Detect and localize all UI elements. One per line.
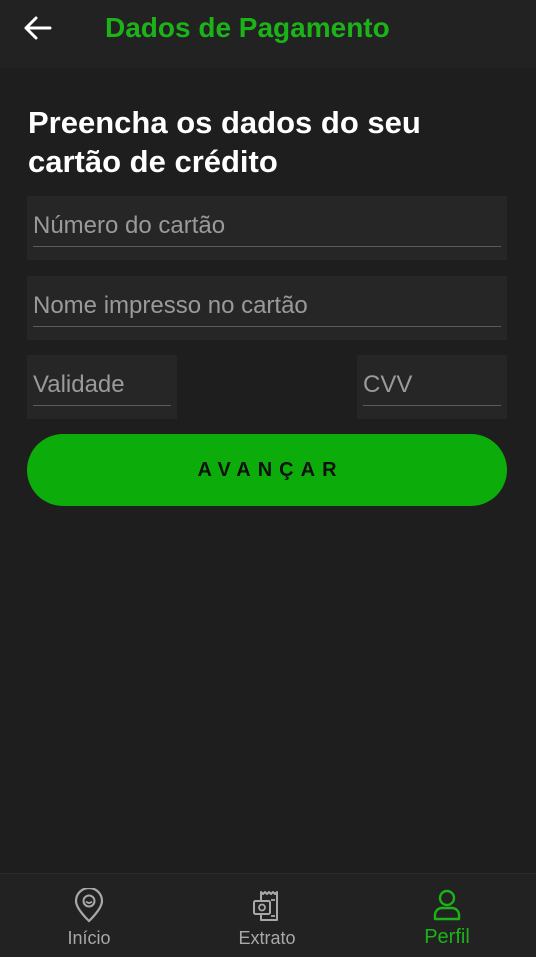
- page-title: Dados de Pagamento: [105, 12, 390, 43]
- form-headline: Preencha os dados do seu cartão de crédi…: [28, 105, 421, 179]
- card-name-field-container: [27, 276, 507, 340]
- advance-button-label: AVANÇAR: [197, 458, 344, 481]
- card-number-field-container: [27, 196, 507, 260]
- nav-label-inicio: Início: [67, 928, 111, 948]
- nav-item-extrato[interactable]: Extrato: [178, 874, 356, 957]
- card-name-input[interactable]: [33, 286, 501, 327]
- arrow-left-icon[interactable]: [22, 14, 54, 42]
- cvv-input[interactable]: [363, 365, 501, 406]
- card-number-input[interactable]: [33, 206, 501, 247]
- expiry-field-container: [27, 355, 177, 419]
- nav-label-perfil: Perfil: [424, 926, 470, 948]
- receipt-icon: [250, 888, 284, 929]
- nav-item-inicio[interactable]: Início: [0, 874, 178, 957]
- nav-label-extrato: Extrato: [238, 928, 296, 948]
- app-bar: Dados de Pagamento: [0, 0, 536, 68]
- cvv-field-container: [357, 355, 507, 419]
- expiry-input[interactable]: [33, 365, 171, 406]
- user-icon: [430, 888, 464, 927]
- advance-button[interactable]: AVANÇAR: [27, 434, 507, 506]
- nav-item-perfil[interactable]: Perfil: [358, 874, 536, 957]
- bottom-nav: Início Extrato Perfil: [0, 873, 536, 957]
- location-pin-icon: [72, 886, 106, 929]
